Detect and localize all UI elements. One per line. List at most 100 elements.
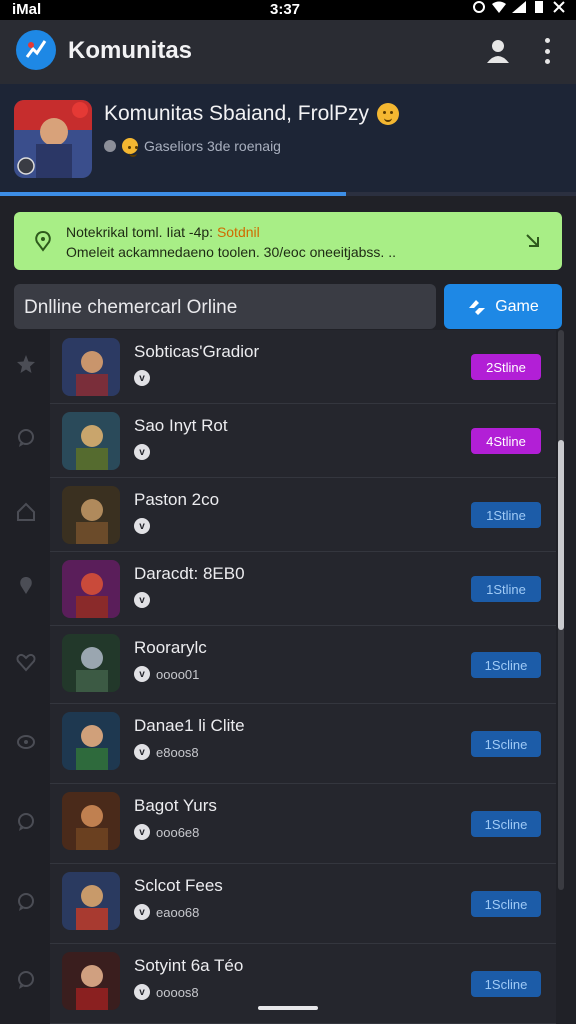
message-icon[interactable] (16, 892, 36, 912)
online-count-badge[interactable]: 1Stline (471, 502, 541, 528)
verified-icon: v (134, 592, 150, 608)
notice-banner[interactable]: Notekrikal toml. Iiat -4p: Sotdnil Omele… (14, 212, 562, 270)
list-item[interactable]: Daracdt: 8EB0 v 1Stline (50, 552, 556, 626)
notice-headline-text: Notekrikal toml. Iiat -4p: (66, 224, 217, 240)
verified-icon: v (134, 744, 150, 760)
list-item[interactable]: Sotyint 6a Téo v oooos8 1Scline (50, 944, 556, 1024)
close-x-icon (553, 1, 565, 13)
location-icon[interactable] (16, 576, 36, 596)
gamepad-icon (469, 299, 486, 315)
online-count-badge[interactable]: 1Scline (471, 731, 541, 757)
notice-headline-highlight: Sotdnil (216, 224, 260, 240)
community-list: Sobticas'Gradior v 2Stline Sao Inyt Rot v 4St… (50, 330, 556, 1024)
game-thumbnail[interactable] (62, 338, 120, 396)
verified-icon: v (134, 824, 150, 840)
community-header: Komunitas Sbaiand, FrolPzy Gaseliors 3de… (0, 84, 576, 196)
list-item-title: Sclcot Fees (134, 876, 223, 895)
game-thumbnail[interactable] (62, 952, 120, 1010)
verified-icon: v (134, 666, 150, 682)
heart-icon[interactable] (16, 652, 36, 672)
online-count-badge[interactable]: 1Scline (471, 811, 541, 837)
list-item-meta: v (134, 592, 156, 608)
reply-icon[interactable] (16, 970, 36, 990)
list-item[interactable]: Sobticas'Gradior v 2Stline (50, 330, 556, 404)
collapse-arrow-icon[interactable] (522, 230, 544, 252)
list-item[interactable]: Danae1 li Clite v e8oos8 1Scline (50, 704, 556, 784)
game-thumbnail[interactable] (62, 712, 120, 770)
game-thumbnail[interactable] (62, 872, 120, 930)
wifi-icon (492, 1, 506, 13)
list-item[interactable]: Paston 2co v 1Stline (50, 478, 556, 552)
game-button[interactable]: Game (444, 284, 562, 329)
list-item-meta: v eaoo68 (134, 904, 199, 920)
app-logo-icon (16, 30, 56, 70)
overflow-menu-icon[interactable] (540, 38, 554, 64)
list-item[interactable]: Sao Inyt Rot v 4Stline (50, 404, 556, 478)
home-indicator[interactable] (258, 1006, 318, 1010)
online-count-badge[interactable]: 1Scline (471, 971, 541, 997)
star-icon[interactable] (16, 354, 36, 374)
game-thumbnail[interactable] (62, 486, 120, 544)
list-item-meta-text: oooos8 (156, 984, 199, 1000)
list-item-meta-text: e8oos8 (156, 744, 199, 760)
game-thumbnail[interactable] (62, 412, 120, 470)
list-item-title: Roorarylc (134, 638, 207, 657)
header-subtitle-row: Gaseliors 3de roenaig (104, 138, 281, 157)
header-title-row: Komunitas Sbaiand, FrolPzy (104, 102, 399, 126)
search-input[interactable]: Dnlline chemercarl Orline (14, 284, 436, 329)
smile-emoji-icon (376, 103, 399, 125)
game-thumbnail[interactable] (62, 560, 120, 618)
battery-icon (535, 1, 543, 13)
list-item-meta-text: eaoo68 (156, 904, 200, 920)
game-thumbnail[interactable] (62, 634, 120, 692)
scroll-thumb[interactable] (558, 440, 564, 630)
list-item-meta: v (134, 518, 156, 534)
list-item[interactable]: Roorarylc v oooo01 1Scline (50, 626, 556, 704)
home-icon[interactable] (16, 502, 36, 522)
chat-bubble-icon[interactable] (16, 428, 36, 448)
eye-icon[interactable] (16, 732, 36, 752)
list-item-meta-text: ooo6e8 (156, 824, 200, 840)
status-bar: iMal 3:37 (0, 0, 576, 20)
list-item-title: Daracdt: 8EB0 (134, 564, 245, 583)
list-item-title: Sobticas'Gradior (134, 342, 260, 361)
list-item-title: Danae1 li Clite (134, 716, 245, 735)
comment-icon[interactable] (16, 812, 36, 832)
game-thumbnail[interactable] (62, 792, 120, 850)
signal-icon (512, 1, 526, 13)
location-pin-icon (35, 230, 51, 252)
verified-icon: v (134, 984, 150, 1000)
list-item-meta: v (134, 444, 156, 460)
online-count-badge[interactable]: 1Scline (471, 891, 541, 917)
list-item-meta-text: oooo01 (156, 666, 200, 682)
online-count-badge[interactable]: 1Scline (471, 652, 541, 678)
community-subtitle: Gaseliors 3de roenaig (144, 138, 281, 154)
verified-icon: v (134, 444, 150, 460)
list-item-meta: v oooo01 (134, 666, 199, 682)
side-rail (0, 330, 50, 1024)
list-item[interactable]: Sclcot Fees v eaoo68 1Scline (50, 864, 556, 944)
list-item-title: Bagot Yurs (134, 796, 217, 815)
online-count-badge[interactable]: 1Stline (471, 576, 541, 602)
list-item[interactable]: Bagot Yurs v ooo6e8 1Scline (50, 784, 556, 864)
list-item-meta: v oooos8 (134, 984, 199, 1000)
community-title: Komunitas Sbaiand, FrolPzy (104, 102, 369, 125)
profile-icon[interactable] (484, 37, 512, 65)
list-item-title: Sotyint 6a Téo (134, 956, 244, 975)
list-item-title: Sao Inyt Rot (134, 416, 228, 435)
notice-headline: Notekrikal toml. Iiat -4p: Sotdnil (66, 224, 260, 240)
small-emoji-icon (122, 138, 138, 157)
list-item-meta: v (134, 370, 156, 386)
clock: 3:37 (270, 1, 301, 18)
list-scrollbar[interactable] (556, 330, 566, 1024)
online-count-badge[interactable]: 4Stline (471, 428, 541, 454)
header-progress-bar (0, 192, 576, 196)
header-progress-fill (0, 192, 346, 196)
member-dot-icon (104, 140, 116, 152)
list-item-meta: v ooo6e8 (134, 824, 199, 840)
online-count-badge[interactable]: 2Stline (471, 354, 541, 380)
list-item-meta: v e8oos8 (134, 744, 199, 760)
app-bar: Komunitas (0, 20, 576, 84)
notice-body: Omeleit ackamnedaeno toolen. 30/eoc onee… (66, 244, 396, 260)
game-button-label: Game (495, 297, 539, 315)
